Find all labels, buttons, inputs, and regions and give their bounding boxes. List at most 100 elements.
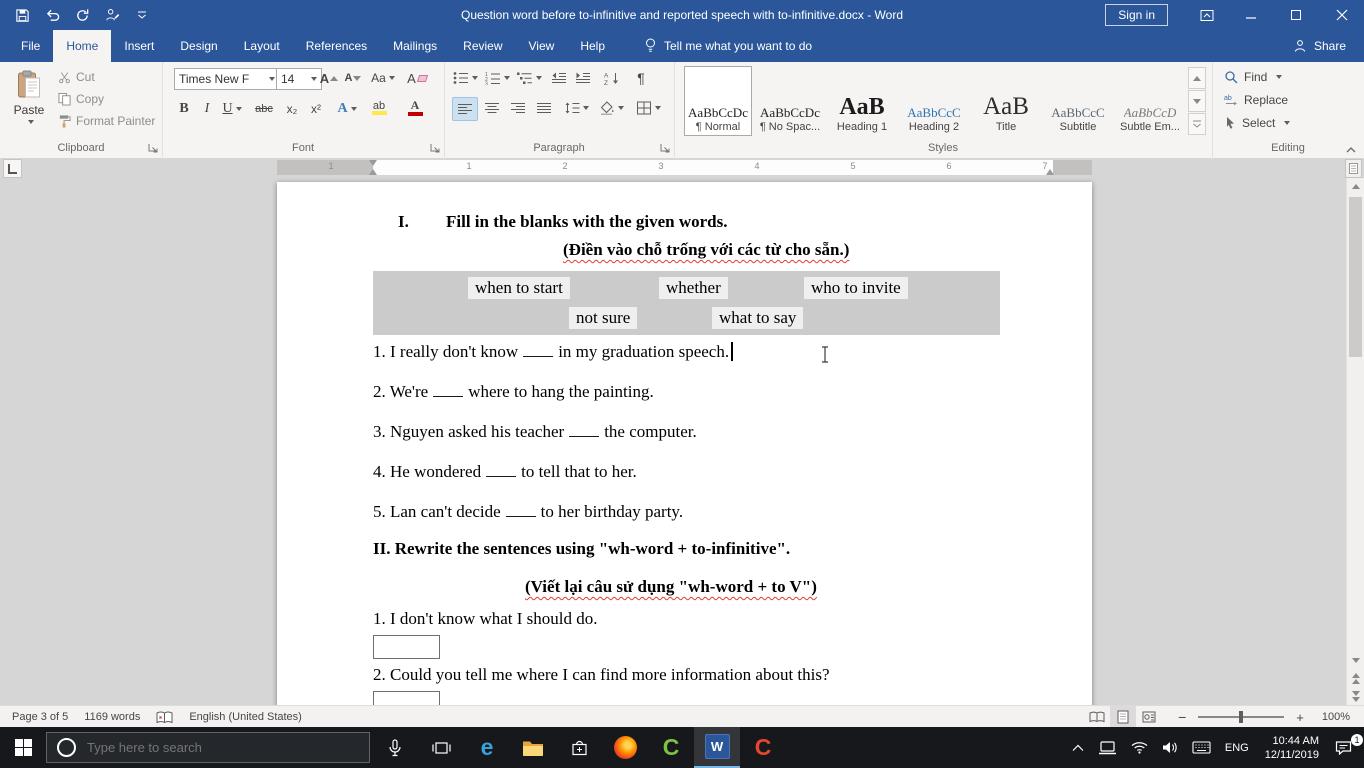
taskbar-search-box[interactable] [46,732,370,763]
answer-blank[interactable] [506,513,536,517]
increase-indent-button[interactable] [572,67,594,89]
web-layout-button[interactable] [1136,706,1162,728]
decrease-indent-button[interactable] [548,67,570,89]
collapse-ribbon-icon[interactable] [1345,145,1357,154]
find-button[interactable]: Find [1224,70,1282,84]
tab-file[interactable]: File [8,30,53,62]
ribbon-display-options-icon[interactable] [1184,0,1229,30]
tab-design[interactable]: Design [167,30,230,62]
font-size-combobox[interactable]: 14 [276,68,322,90]
maximize-button[interactable] [1274,0,1319,30]
shading-button[interactable] [596,97,626,119]
change-case-button[interactable]: Aa [368,67,398,89]
clipboard-dialog-launcher-icon[interactable] [148,143,158,153]
style-card-heading-1[interactable]: AaB Heading 1 [828,66,896,136]
grow-font-button[interactable]: A [318,67,340,89]
share-button[interactable]: Share [1275,30,1364,62]
start-button[interactable] [0,727,46,768]
search-input[interactable] [85,739,319,756]
answer-blank[interactable] [523,353,553,357]
style-card-normal[interactable]: AaBbCcDc ¶ Normal [684,66,752,136]
style-card-subtitle[interactable]: AaBbCcC Subtitle [1044,66,1112,136]
exercise1-sentence-5[interactable]: 5. Lan can't decideto her birthday party… [373,502,683,522]
exercise1-sentence-4[interactable]: 4. He wonderedto tell that to her. [373,462,637,482]
paragraph-dialog-launcher-icon[interactable] [660,143,670,153]
exercise1-sentence-2[interactable]: 2. We'rewhere to hang the painting. [373,382,654,402]
cut-button[interactable]: Cut [58,70,95,84]
close-button[interactable] [1319,0,1364,30]
justify-button[interactable] [532,97,556,119]
tab-home[interactable]: Home [53,30,111,62]
section1-subheading-vietnamese[interactable]: (Điền vào chỗ trống với các từ cho sẵn.) [563,240,849,260]
page-indicator[interactable]: Page 3 of 5 [0,706,76,728]
highlight-button[interactable]: ab [364,96,394,118]
shrink-font-button[interactable]: A [342,67,364,89]
first-line-indent-marker[interactable] [369,160,377,166]
show-hide-pilcrow-button[interactable]: ¶ [630,67,652,89]
replace-button[interactable]: ab Replace [1224,93,1288,107]
task-view-button[interactable] [418,727,464,768]
zoom-out-button[interactable]: − [1162,706,1190,728]
language-indicator[interactable]: ENG [1218,727,1256,768]
tab-insert[interactable]: Insert [111,30,167,62]
clear-formatting-button[interactable]: A [404,67,430,89]
horizontal-ruler[interactable]: 1 1 2 3 4 5 6 7 [277,160,1092,175]
word-bank-table[interactable]: when to start whether who to invite not … [373,271,1000,335]
document-page[interactable]: I. Fill in the blanks with the given wor… [277,182,1092,705]
proofing-status[interactable] [148,706,181,728]
scroll-up-arrow[interactable] [1347,178,1364,195]
tab-help[interactable]: Help [567,30,618,62]
minimize-button[interactable] [1229,0,1274,30]
section1-number[interactable]: I. [398,212,409,232]
print-layout-button[interactable] [1110,706,1136,728]
document-canvas[interactable]: I. Fill in the blanks with the given wor… [0,178,1364,705]
left-indent-marker[interactable] [369,169,377,175]
c-green-app-icon[interactable]: C [648,727,694,768]
underline-button[interactable]: U [218,98,246,120]
sort-button[interactable]: AZ [600,67,624,89]
align-left-button[interactable] [452,97,478,121]
redo-icon[interactable] [68,2,96,28]
section1-heading[interactable]: Fill in the blanks with the given words. [446,212,728,232]
word-count[interactable]: 1169 words [76,706,148,728]
answer-blank[interactable] [433,393,463,397]
superscript-button[interactable]: x² [304,98,328,120]
taskbar-clock[interactable]: 10:44 AM 12/11/2019 [1256,734,1328,762]
copy-button[interactable]: Copy [58,92,104,106]
sign-in-button[interactable]: Sign in [1105,4,1168,26]
style-card-subtle-emphasis[interactable]: AaBbCcD Subtle Em... [1116,66,1184,136]
tab-references[interactable]: References [293,30,380,62]
format-painter-button[interactable]: Format Painter [58,114,155,128]
align-right-button[interactable] [506,97,530,119]
answer-blank[interactable] [569,433,599,437]
select-button[interactable]: Select [1224,116,1290,130]
wifi-icon[interactable] [1124,727,1155,768]
scroll-down-arrow[interactable] [1347,652,1364,669]
previous-page-button[interactable] [1347,670,1364,687]
save-icon[interactable] [8,2,36,28]
zoom-slider[interactable] [1198,716,1284,718]
tray-chevron-up-icon[interactable] [1065,727,1091,768]
undo-icon[interactable] [38,2,66,28]
italic-button[interactable]: I [198,98,216,120]
ruler-toggle-button[interactable] [1345,159,1362,178]
numbering-button[interactable]: 123 [484,67,510,89]
microsoft-store-icon[interactable] [556,727,602,768]
exercise1-sentence-1[interactable]: 1. I really don't knowin my graduation s… [373,342,733,362]
tab-mailings[interactable]: Mailings [380,30,450,62]
touch-keyboard-icon[interactable] [1185,727,1218,768]
laptop-icon[interactable] [1091,727,1124,768]
borders-button[interactable] [632,97,664,119]
firefox-icon[interactable] [602,727,648,768]
section2-subheading-vietnamese[interactable]: (Viết lại câu sử dụng "wh-word + to V") [525,577,817,597]
language-indicator[interactable]: English (United States) [181,706,310,728]
style-card-no-spacing[interactable]: AaBbCcDc ¶ No Spac... [756,66,824,136]
paste-button[interactable]: Paste [5,66,53,144]
bullets-button[interactable] [452,67,478,89]
next-page-button[interactable] [1347,688,1364,705]
tab-layout[interactable]: Layout [231,30,293,62]
bold-button[interactable]: B [174,98,194,120]
tab-review[interactable]: Review [450,30,515,62]
action-center-icon[interactable]: 1 [1328,727,1364,768]
answer-box-1[interactable] [373,635,440,659]
